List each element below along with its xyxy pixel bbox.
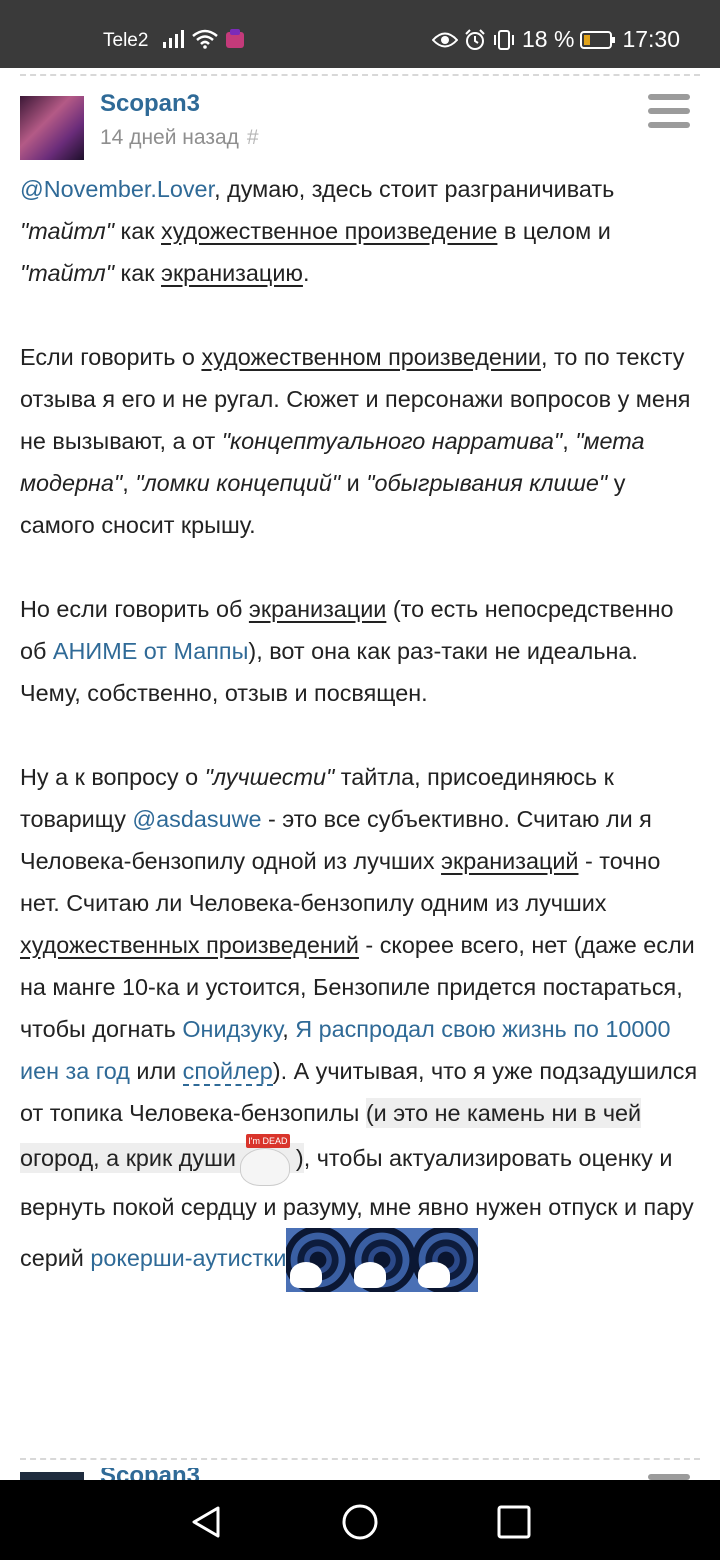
paragraph-3: Но если говорить об экранизации (то есть… (20, 596, 674, 706)
recents-icon[interactable] (494, 1502, 534, 1542)
username[interactable]: Scopan3 (100, 90, 200, 118)
divider (20, 74, 700, 76)
comment-body: @November.Lover, думаю, здесь стоит разг… (20, 168, 700, 1292)
battery-icon (580, 30, 616, 49)
timestamp-text: 14 дней назад (100, 126, 239, 149)
app-notification-icon (226, 29, 244, 48)
onizuka-link[interactable]: Онидзуку (182, 1016, 282, 1042)
vibrate-icon (494, 29, 514, 50)
spiral-ghost-emoji (414, 1228, 479, 1292)
battery-percent: 18 % (522, 26, 575, 52)
carrier-label: Tele2 (103, 30, 149, 51)
comment-menu-button[interactable] (648, 94, 690, 128)
paragraph-2: Если говорить о художественном произведе… (20, 344, 691, 538)
divider (20, 1458, 700, 1460)
rocker-link[interactable]: рокерши-аутистки (90, 1245, 286, 1271)
im-dead-emoji: I'm DEAD (236, 1134, 296, 1186)
spiral-ghost-emoji (350, 1228, 415, 1292)
system-nav-bar (0, 1480, 720, 1560)
mention-link[interactable]: @November.Lover (20, 176, 214, 202)
anime-link[interactable]: АНИМЕ от Маппы (53, 638, 249, 664)
timestamp: 14 дней назад # (100, 126, 259, 150)
spiral-ghost-emoji (286, 1228, 351, 1292)
paragraph-4: Ну а к вопросу о "лучшести" тайтла, прис… (20, 756, 700, 1292)
alarm-icon (465, 28, 485, 50)
spoiler-toggle[interactable]: спойлер (182, 1058, 273, 1086)
mention-link[interactable]: @asdasuwe (132, 806, 261, 832)
back-icon[interactable] (186, 1502, 226, 1542)
paragraph-1: @November.Lover, думаю, здесь стоит разг… (20, 176, 615, 286)
eye-icon (432, 32, 458, 47)
avatar[interactable] (20, 96, 84, 160)
signal-icon (163, 30, 184, 48)
home-icon[interactable] (340, 1502, 380, 1542)
permalink-hash[interactable]: # (247, 126, 259, 149)
status-bar: Tele2 18 % 17:30 (0, 0, 720, 68)
wifi-icon (192, 29, 218, 49)
clock: 17:30 (622, 26, 680, 52)
